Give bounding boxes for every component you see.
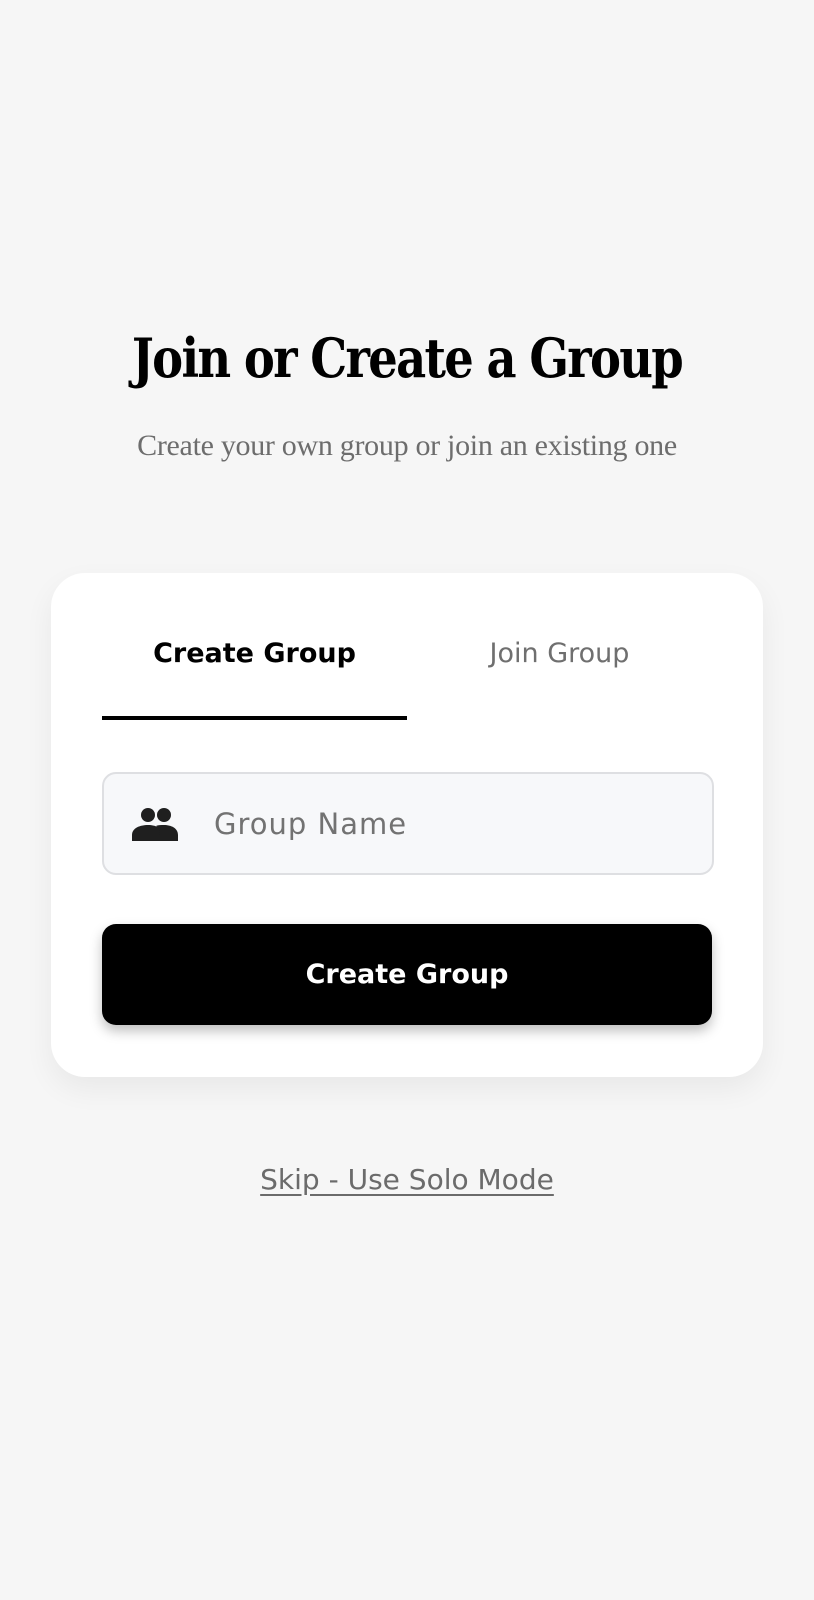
group-card: Create Group Join Group Create Group <box>51 573 763 1077</box>
tab-join-group[interactable]: Join Group <box>407 613 712 693</box>
tab-bar: Create Group Join Group <box>102 613 712 693</box>
page-title: Join or Create a Group <box>131 326 684 390</box>
active-tab-indicator <box>102 716 407 720</box>
skip-solo-mode-link[interactable]: Skip - Use Solo Mode <box>0 1158 814 1202</box>
create-group-button[interactable]: Create Group <box>102 924 712 1025</box>
group-icon <box>128 804 182 844</box>
group-name-field[interactable] <box>102 772 714 875</box>
page-subtitle: Create your own group or join an existin… <box>137 429 677 462</box>
group-name-input[interactable] <box>214 806 654 841</box>
tab-create-group[interactable]: Create Group <box>102 613 407 693</box>
